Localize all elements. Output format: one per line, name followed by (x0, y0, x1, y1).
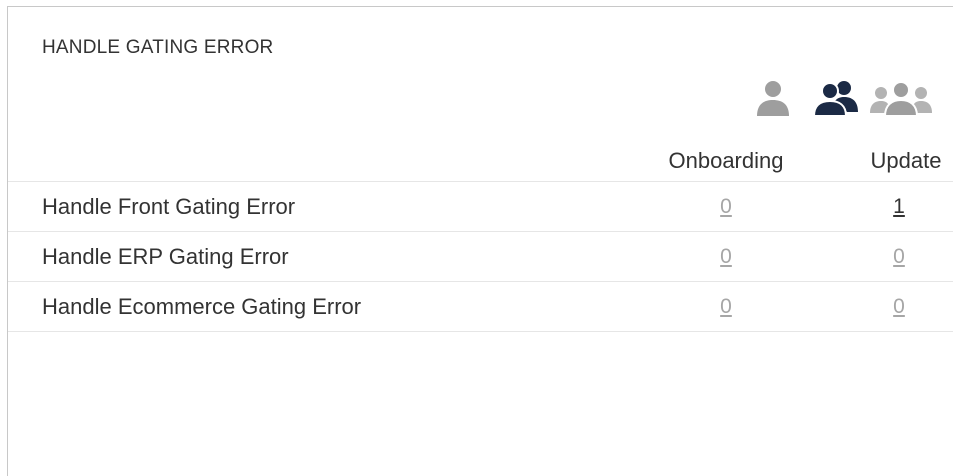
panel-title: HANDLE GATING ERROR (42, 37, 274, 58)
row-label: Handle Front Gating Error (42, 194, 296, 219)
update-count-link[interactable]: 0 (879, 245, 919, 269)
user-group-icon[interactable] (870, 79, 932, 119)
onboarding-count-link[interactable]: 0 (706, 195, 746, 219)
column-header-update: Update (870, 148, 942, 173)
column-header-onboarding: Onboarding (668, 148, 784, 173)
gating-error-panel: HANDLE GATING ERROR Onboarding Update Ha… (7, 6, 953, 476)
row-label: Handle ERP Gating Error (42, 244, 289, 269)
table-row: Handle Ecommerce Gating Error 0 0 (8, 282, 953, 332)
update-count-link[interactable]: 0 (879, 295, 919, 319)
audience-filter-group (8, 79, 953, 123)
update-count-link[interactable]: 1 (879, 195, 919, 219)
table-row: Handle Front Gating Error 0 1 (8, 182, 953, 232)
onboarding-count-link[interactable]: 0 (706, 245, 746, 269)
table-row: Handle ERP Gating Error 0 0 (8, 232, 953, 282)
single-user-icon[interactable] (752, 79, 794, 119)
onboarding-count-link[interactable]: 0 (706, 295, 746, 319)
row-label: Handle Ecommerce Gating Error (42, 294, 362, 319)
row-divider (8, 331, 953, 332)
two-users-icon[interactable] (811, 79, 863, 119)
